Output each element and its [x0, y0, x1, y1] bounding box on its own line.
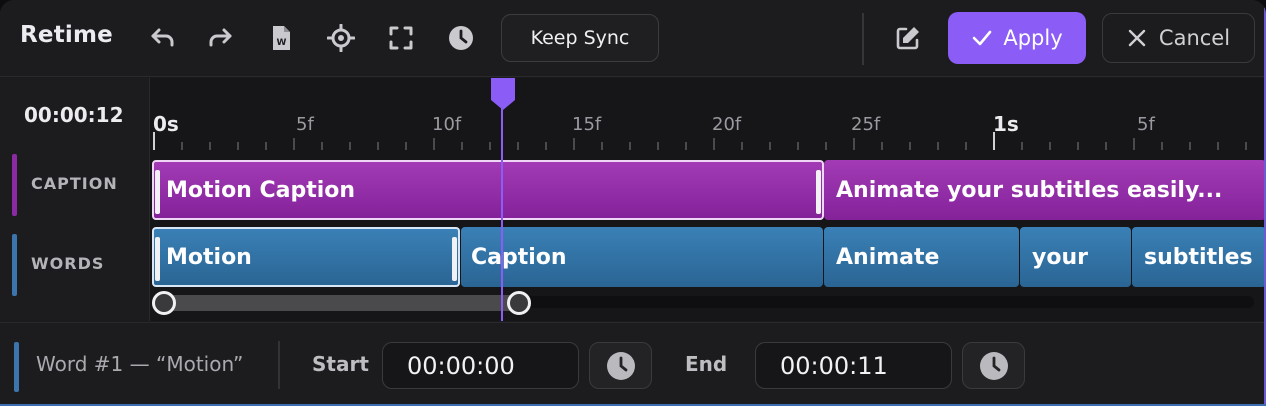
- clock-button[interactable]: [445, 20, 477, 56]
- clip-label: subtitles: [1144, 244, 1253, 270]
- toolbar-divider: [862, 13, 864, 65]
- ruler-label: 10f: [432, 114, 462, 135]
- ruler-label: 25f: [851, 114, 881, 135]
- retime-panel: Retime W Keep Sync Apply Cancel 00:00:12…: [0, 0, 1266, 406]
- words-track-color: [12, 234, 17, 296]
- end-time-field[interactable]: 00:00:11: [755, 342, 952, 389]
- clip-trim-handle-left[interactable]: [155, 170, 160, 214]
- apply-button[interactable]: Apply: [948, 12, 1086, 64]
- cancel-button[interactable]: Cancel: [1102, 13, 1255, 63]
- timeline: 00:00:12 CAPTION WORDS 0s 5f 10f 15f 20f…: [0, 78, 1266, 321]
- ruler-label: 15f: [572, 114, 602, 135]
- ruler-label: 1s: [993, 112, 1019, 136]
- start-label: Start: [312, 352, 369, 376]
- svg-text:W: W: [277, 38, 287, 48]
- redo-icon: [209, 28, 232, 47]
- selected-word-name: Word #1 — “Motion”: [36, 352, 244, 376]
- clip-trim-handle-right[interactable]: [816, 170, 821, 214]
- range-start-handle[interactable]: [152, 291, 176, 315]
- clip-label: Animate: [836, 244, 940, 270]
- track-label-words: WORDS: [0, 230, 150, 296]
- clock-icon: [449, 26, 473, 50]
- check-icon: [973, 30, 992, 46]
- playhead-line: [501, 78, 503, 321]
- clip-label: your: [1032, 244, 1088, 270]
- caption-clip[interactable]: Motion Caption: [152, 160, 824, 220]
- fullscreen-icon: [389, 26, 413, 50]
- ruler-label: 20f: [712, 114, 742, 135]
- clip-trim-handle-left[interactable]: [155, 237, 160, 281]
- crosshair-icon: [327, 24, 355, 52]
- word-clip[interactable]: Caption: [461, 227, 823, 287]
- word-file-button[interactable]: W: [265, 20, 297, 56]
- end-label: End: [685, 352, 728, 376]
- ruler-ticks: [153, 132, 1247, 150]
- edit-icon: [896, 27, 919, 50]
- time-ruler[interactable]: 0s 5f 10f 15f 20f 25f 1s 5f: [151, 78, 1266, 150]
- ruler-label: 0s: [153, 112, 179, 136]
- fullscreen-button[interactable]: [385, 20, 417, 56]
- apply-label: Apply: [1003, 26, 1063, 50]
- word-clip[interactable]: your: [1020, 227, 1131, 287]
- word-clip[interactable]: Motion: [152, 227, 460, 287]
- start-time-field[interactable]: 00:00:00: [382, 342, 579, 389]
- panel-title: Retime: [20, 22, 113, 48]
- target-button[interactable]: [325, 20, 357, 56]
- word-detail-bar: Word #1 — “Motion” Start 00:00:00 End 00…: [0, 322, 1266, 404]
- cancel-label: Cancel: [1158, 26, 1231, 50]
- track-label-caption: CAPTION: [0, 150, 150, 216]
- track-gutter: 00:00:12 CAPTION WORDS: [0, 78, 150, 321]
- end-set-current-button[interactable]: [962, 342, 1025, 389]
- toolbar: Retime W Keep Sync Apply Cancel: [0, 0, 1266, 77]
- word-clip[interactable]: subtitles: [1132, 227, 1266, 287]
- current-timecode: 00:00:12: [24, 103, 124, 127]
- clip-label: Motion Caption: [166, 177, 356, 203]
- close-icon: [1128, 29, 1146, 47]
- timeline-visible-range[interactable]: [152, 295, 520, 311]
- footer-divider: [278, 341, 280, 389]
- clip-label: Motion: [166, 244, 252, 270]
- word-color-indicator: [14, 342, 19, 392]
- caption-track-label: CAPTION: [31, 174, 118, 193]
- clip-trim-handle-right[interactable]: [452, 237, 457, 281]
- clip-label: Caption: [471, 244, 567, 270]
- keep-sync-button[interactable]: Keep Sync: [501, 14, 659, 62]
- range-end-handle[interactable]: [507, 291, 531, 315]
- clip-label: Animate your subtitles easily...: [836, 177, 1223, 203]
- ruler-label: 5f: [296, 114, 314, 135]
- redo-button[interactable]: [204, 20, 236, 56]
- edit-button[interactable]: [892, 20, 924, 56]
- start-set-current-button[interactable]: [589, 342, 652, 389]
- clock-icon: [606, 351, 635, 380]
- words-track-label: WORDS: [31, 254, 105, 273]
- undo-icon: [151, 28, 174, 47]
- playhead-handle[interactable]: [491, 78, 515, 110]
- undo-button[interactable]: [147, 20, 179, 56]
- caption-track-color: [12, 154, 17, 216]
- ruler-label: 5f: [1137, 114, 1155, 135]
- clock-icon: [979, 351, 1008, 380]
- word-file-icon: W: [273, 26, 290, 50]
- caption-clip[interactable]: Animate your subtitles easily...: [824, 160, 1266, 220]
- word-clip[interactable]: Animate: [824, 227, 1019, 287]
